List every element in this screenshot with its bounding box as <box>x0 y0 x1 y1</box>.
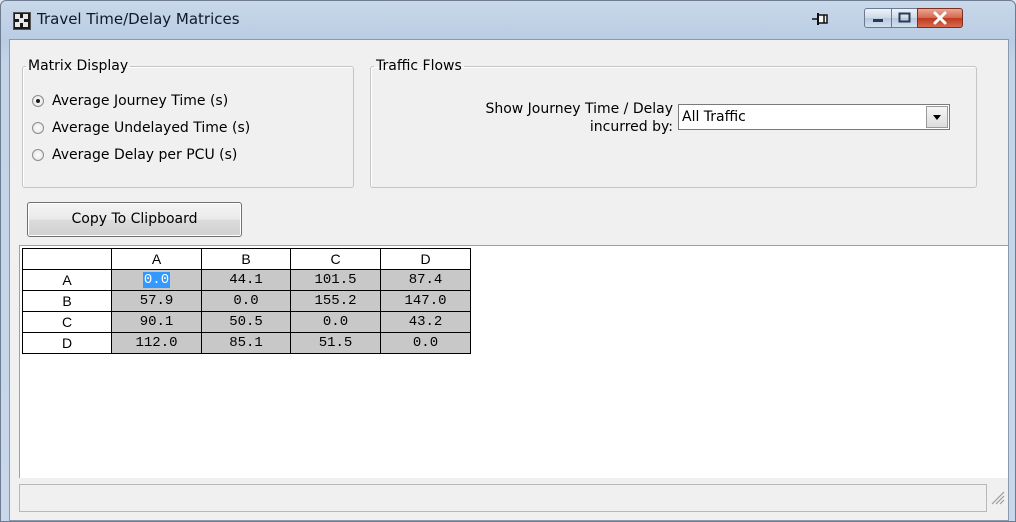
matrix-cell[interactable]: 101.5 <box>290 269 381 291</box>
minimize-button[interactable] <box>864 8 892 28</box>
client-area: Matrix Display Average Journey Time (s) … <box>9 39 1009 521</box>
radio-button[interactable] <box>32 149 44 161</box>
table-row: D 112.0 85.1 51.5 0.0 <box>22 332 471 354</box>
row-header: B <box>22 290 112 312</box>
traffic-flows-label: Show Journey Time / Delay incurred by: <box>401 100 673 136</box>
traffic-flows-label-line2: incurred by: <box>589 119 673 135</box>
radio-button[interactable] <box>32 122 44 134</box>
matrix-cell[interactable]: 147.0 <box>380 290 471 312</box>
matrix-cell[interactable]: 85.1 <box>201 332 291 354</box>
matrix-cell[interactable]: 87.4 <box>380 269 471 291</box>
traffic-filter-dropdown[interactable]: All Traffic <box>678 104 950 130</box>
status-bar <box>19 484 987 512</box>
radio-label: Average Undelayed Time (s) <box>52 120 251 136</box>
dropdown-selected-value: All Traffic <box>682 109 746 125</box>
row-header: A <box>22 269 112 291</box>
window-title: Travel Time/Delay Matrices <box>37 10 240 28</box>
column-header: A <box>111 248 202 270</box>
title-bar[interactable]: Travel Time/Delay Matrices <box>1 1 1015 39</box>
table-row: C 90.1 50.5 0.0 43.2 <box>22 311 471 333</box>
column-header: C <box>290 248 381 270</box>
traffic-flows-group: Traffic Flows Show Journey Time / Delay … <box>370 58 977 188</box>
matrix-cell-selected[interactable]: 0.0 <box>111 269 202 291</box>
matrix-cell[interactable]: 50.5 <box>201 311 291 333</box>
matrix-cell[interactable]: 155.2 <box>290 290 381 312</box>
copy-to-clipboard-button[interactable]: Copy To Clipboard <box>27 202 242 237</box>
matrix-cell[interactable]: 51.5 <box>290 332 381 354</box>
corner-cell <box>22 248 112 270</box>
close-button[interactable] <box>917 8 963 28</box>
radio-label: Average Delay per PCU (s) <box>52 147 238 163</box>
row-header: C <box>22 311 112 333</box>
selected-cell-value: 0.0 <box>142 272 171 288</box>
traffic-flows-legend: Traffic Flows <box>376 58 462 74</box>
matrix-cell[interactable]: 0.0 <box>201 290 291 312</box>
radio-average-delay-per-pcu[interactable]: Average Delay per PCU (s) <box>32 145 237 165</box>
matrix-cell[interactable]: 0.0 <box>380 332 471 354</box>
travel-time-matrix: A B C D A 0.0 44.1 101.5 87.4 B 57.9 0.0… <box>22 248 471 354</box>
matrix-cell[interactable]: 57.9 <box>111 290 202 312</box>
table-row: A 0.0 44.1 101.5 87.4 <box>22 269 471 291</box>
traffic-flows-label-line1: Show Journey Time / Delay <box>485 101 673 117</box>
app-window: Travel Time/Delay Matrices Matrix Displa… <box>0 0 1016 522</box>
header-row: A B C D <box>22 248 471 270</box>
app-icon <box>13 12 31 30</box>
radio-button-checked[interactable] <box>32 95 44 107</box>
matrix-grid-area: A B C D A 0.0 44.1 101.5 87.4 B 57.9 0.0… <box>19 245 1008 478</box>
matrix-cell[interactable]: 112.0 <box>111 332 202 354</box>
row-header: D <box>22 332 112 354</box>
matrix-cell[interactable]: 43.2 <box>380 311 471 333</box>
maximize-button[interactable] <box>891 8 918 28</box>
matrix-cell[interactable]: 0.0 <box>290 311 381 333</box>
table-row: B 57.9 0.0 155.2 147.0 <box>22 290 471 312</box>
chevron-down-icon[interactable] <box>926 106 948 128</box>
radio-label: Average Journey Time (s) <box>52 93 229 109</box>
matrix-cell[interactable]: 90.1 <box>111 311 202 333</box>
matrix-cell[interactable]: 44.1 <box>201 269 291 291</box>
matrix-display-legend: Matrix Display <box>28 58 129 74</box>
radio-average-journey-time[interactable]: Average Journey Time (s) <box>32 91 228 111</box>
radio-average-undelayed-time[interactable]: Average Undelayed Time (s) <box>32 118 250 138</box>
column-header: B <box>201 248 291 270</box>
resize-grip-icon[interactable] <box>990 490 1006 508</box>
column-header: D <box>380 248 471 270</box>
matrix-display-group: Matrix Display Average Journey Time (s) … <box>22 58 354 188</box>
pin-icon[interactable] <box>809 10 833 30</box>
